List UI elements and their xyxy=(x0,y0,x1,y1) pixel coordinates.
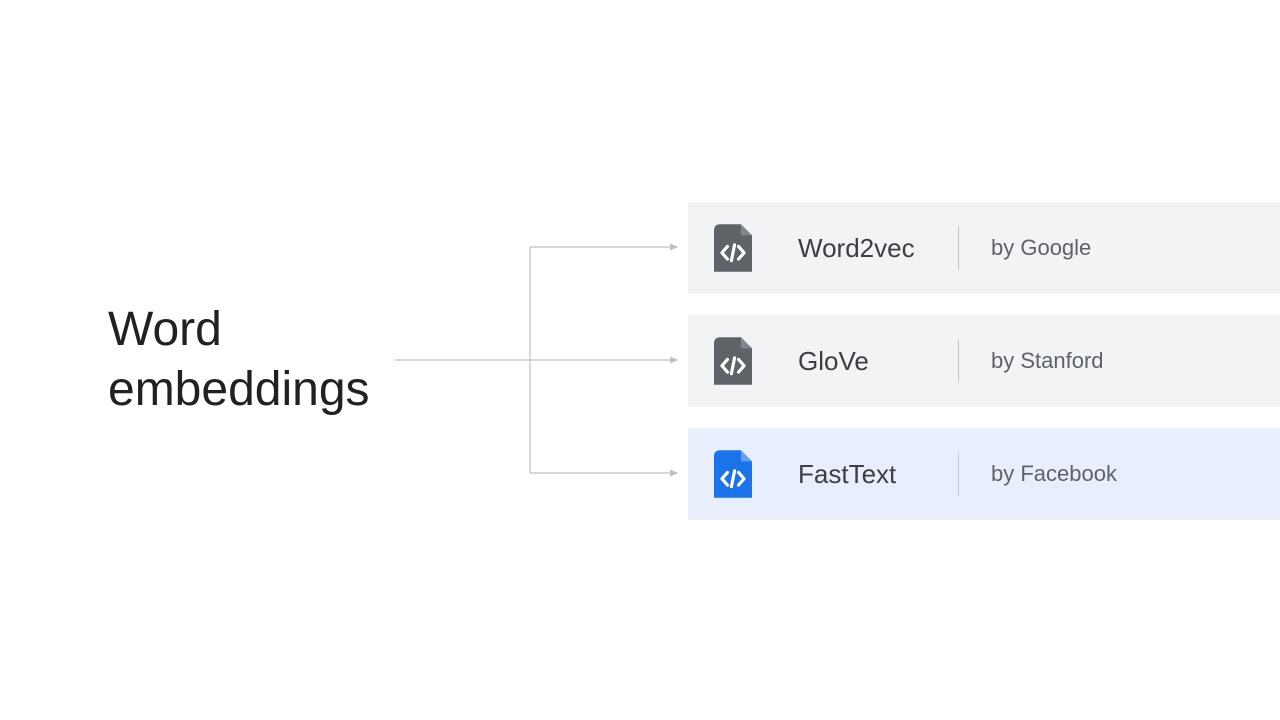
item-attribution: by Stanford xyxy=(991,348,1104,374)
items-list: Word2vec by Google GloVe by Stanford xyxy=(688,202,1280,541)
divider xyxy=(958,452,959,496)
divider xyxy=(958,339,959,383)
item-attribution: by Facebook xyxy=(991,461,1117,487)
item-name: FastText xyxy=(798,459,958,490)
divider xyxy=(958,226,959,270)
title-line-2: embeddings xyxy=(108,363,370,416)
item-attribution: by Google xyxy=(991,235,1091,261)
item-row-fasttext: FastText by Facebook xyxy=(688,428,1280,520)
item-row-glove: GloVe by Stanford xyxy=(688,315,1280,407)
title-line-1: Word xyxy=(108,303,222,356)
code-file-icon xyxy=(712,449,754,499)
item-row-word2vec: Word2vec by Google xyxy=(688,202,1280,294)
code-file-icon xyxy=(712,223,754,273)
connector-lines xyxy=(395,240,690,480)
code-file-icon xyxy=(712,336,754,386)
item-name: GloVe xyxy=(798,346,958,377)
item-name: Word2vec xyxy=(798,233,958,264)
diagram-title: Word embeddings xyxy=(108,300,370,420)
